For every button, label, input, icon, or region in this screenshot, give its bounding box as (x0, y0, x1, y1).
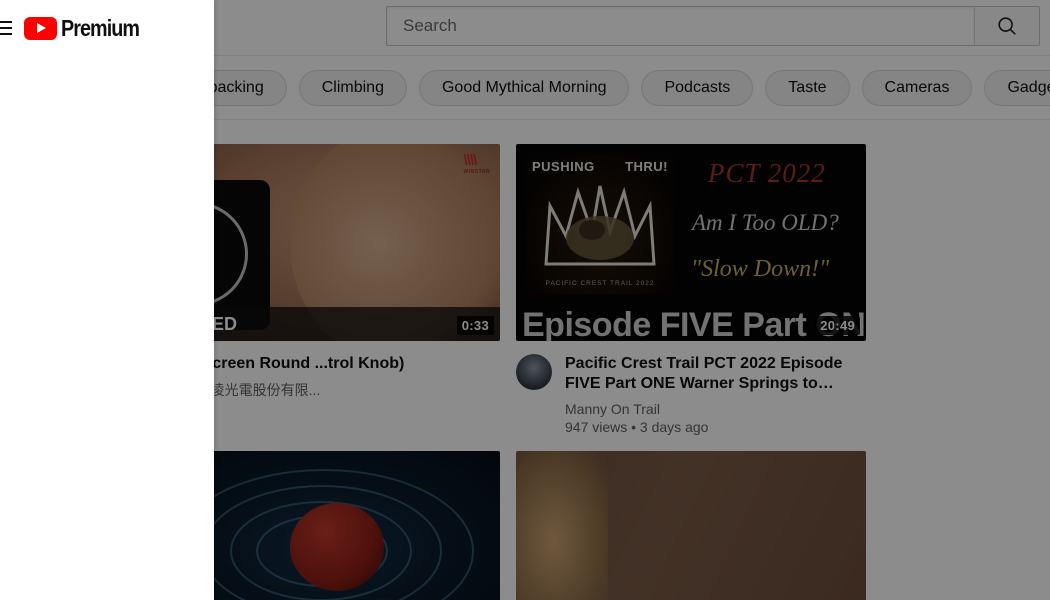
search-bar (386, 6, 1040, 46)
thumb-text-pushing: PUSHING (532, 159, 595, 174)
search-box[interactable] (386, 6, 974, 46)
youtube-app: Backpacking Climbing Good Mythical Morni… (0, 0, 1050, 600)
channel-avatar[interactable] (516, 354, 552, 390)
channel-name-text: Manny On Trail (565, 401, 660, 417)
video-info: Pacific Crest Trail PCT 2022 Episode FIV… (565, 354, 866, 435)
thumb-art-hair (516, 451, 608, 600)
video-card[interactable] (516, 451, 866, 600)
search-input[interactable] (403, 16, 962, 36)
search-icon (996, 15, 1018, 37)
video-thumbnail[interactable] (516, 451, 866, 600)
video-thumbnail[interactable]: PUSHING THRU! PACIFIC CREST TRAIL 2022 P… (516, 144, 866, 341)
video-title[interactable]: ...creen Round ...trol Knob) (199, 354, 404, 374)
thumb-text-thru: THRU! (625, 159, 668, 174)
channel-name[interactable]: ...凌光電股份有限... (199, 380, 404, 400)
chip-podcasts[interactable]: Podcasts (641, 70, 753, 106)
logo-text: Premium (61, 15, 139, 42)
search-button[interactable] (974, 6, 1040, 46)
thumb-art-badge: PUSHING THRU! PACIFIC CREST TRAIL 2022 (526, 154, 674, 294)
chip-good-mythical-morning[interactable]: Good Mythical Morning (419, 70, 630, 106)
video-info: ...creen Round ...trol Knob) ...凌光電股份有限.… (199, 354, 404, 402)
chip-taste[interactable]: Taste (765, 70, 849, 106)
video-stats: 947 views • 3 days ago (565, 419, 866, 435)
video-duration: 0:33 (457, 316, 494, 335)
thumb-art-ball (290, 503, 384, 591)
guide-drawer: Premium (0, 0, 214, 600)
video-title[interactable]: Pacific Crest Trail PCT 2022 Episode FIV… (565, 354, 866, 395)
youtube-play-icon (24, 17, 57, 40)
video-duration: 20:49 (815, 316, 860, 335)
youtube-premium-logo[interactable]: Premium (24, 15, 152, 42)
chip-climbing[interactable]: Climbing (299, 70, 407, 106)
channel-name-text: ...凌光電股份有限... (199, 380, 320, 400)
thumb-brand-name: WINSTAR (464, 169, 490, 175)
video-card[interactable]: PUSHING THRU! PACIFIC CREST TRAIL 2022 P… (516, 144, 866, 435)
thumb-text-question: Am I Too OLD? (692, 210, 839, 236)
thumb-brand-logo: \\\\ WINSTAR (464, 152, 490, 175)
channel-name[interactable]: Manny On Trail (565, 401, 866, 417)
thumb-art-crown (540, 176, 660, 268)
thumb-text-badge-sub: PACIFIC CREST TRAIL 2022 (526, 280, 674, 287)
thumb-text-pct: PCT 2022 (708, 158, 826, 189)
video-meta: Pacific Crest Trail PCT 2022 Episode FIV… (516, 341, 866, 435)
chip-cameras[interactable]: Cameras (862, 70, 973, 106)
hamburger-menu-icon[interactable] (0, 16, 18, 40)
thumb-text-quote: "Slow Down!" (691, 256, 829, 283)
drawer-header: Premium (0, 0, 214, 56)
chip-gadgets[interactable]: Gadgets (984, 70, 1050, 106)
